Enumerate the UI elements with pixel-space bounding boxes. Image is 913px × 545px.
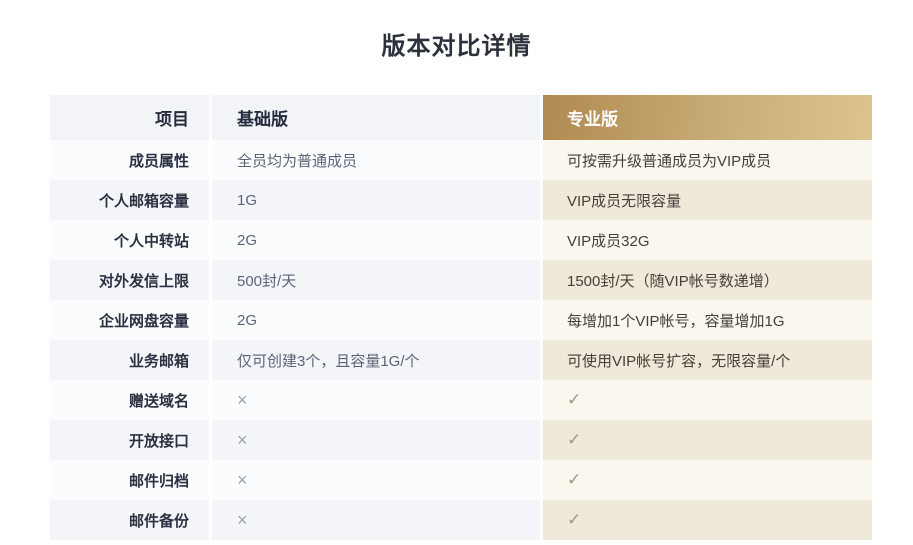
row-label: 开放接口	[50, 420, 209, 460]
row-label: 个人中转站	[50, 220, 209, 260]
cross-icon: ×	[237, 510, 248, 531]
basic-cell: ×	[212, 380, 540, 420]
basic-cell: 全员均为普通成员	[212, 140, 540, 180]
row-label: 赠送域名	[50, 380, 209, 420]
pro-cell: ✓	[543, 500, 872, 540]
row-label: 邮件备份	[50, 500, 209, 540]
row-label: 业务邮箱	[50, 340, 209, 380]
row-label: 个人邮箱容量	[50, 180, 209, 220]
pro-cell: 每增加1个VIP帐号，容量增加1G	[543, 300, 872, 340]
row-label: 邮件归档	[50, 460, 209, 500]
col-header-basic: 基础版	[212, 95, 540, 140]
pro-cell: VIP成员无限容量	[543, 180, 872, 220]
page-title: 版本对比详情	[0, 0, 913, 61]
pro-cell: ✓	[543, 460, 872, 500]
basic-cell: 2G	[212, 300, 540, 340]
pro-cell: 可使用VIP帐号扩容，无限容量/个	[543, 340, 872, 380]
col-header-pro: 专业版	[543, 95, 872, 140]
pro-cell: 可按需升级普通成员为VIP成员	[543, 140, 872, 180]
check-icon: ✓	[567, 430, 581, 450]
basic-cell: ×	[212, 500, 540, 540]
pro-cell: VIP成员32G	[543, 220, 872, 260]
pro-cell: ✓	[543, 420, 872, 460]
cross-icon: ×	[237, 430, 248, 451]
basic-cell: 仅可创建3个，且容量1G/个	[212, 340, 540, 380]
cross-icon: ×	[237, 390, 248, 411]
basic-cell: 500封/天	[212, 260, 540, 300]
basic-cell: ×	[212, 460, 540, 500]
pro-cell: ✓	[543, 380, 872, 420]
check-icon: ✓	[567, 510, 581, 530]
cross-icon: ×	[237, 470, 248, 491]
col-header-item: 项目	[50, 95, 209, 140]
row-label: 企业网盘容量	[50, 300, 209, 340]
check-icon: ✓	[567, 470, 581, 490]
basic-cell: ×	[212, 420, 540, 460]
basic-cell: 1G	[212, 180, 540, 220]
basic-cell: 2G	[212, 220, 540, 260]
pro-cell: 1500封/天（随VIP帐号数递增）	[543, 260, 872, 300]
check-icon: ✓	[567, 390, 581, 410]
version-compare-table: 项目 基础版 专业版 成员属性 全员均为普通成员 可按需升级普通成员为VIP成员…	[50, 95, 872, 540]
row-label: 对外发信上限	[50, 260, 209, 300]
row-label: 成员属性	[50, 140, 209, 180]
